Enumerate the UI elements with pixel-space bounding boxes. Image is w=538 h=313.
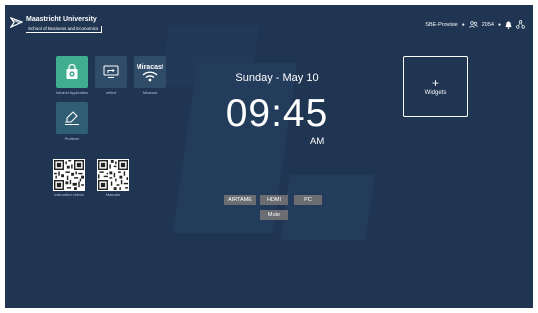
app-label: Proflexie [64,137,80,141]
pen-icon [65,111,79,125]
screen-share-icon [103,65,119,78]
qr-label: Manuals [105,193,121,197]
qr-code-icon [54,160,84,190]
svg-text:Miracast: Miracast [137,64,163,71]
watermark-shape [173,63,297,233]
university-emblem-icon [10,16,23,29]
qr-code-manuals[interactable] [97,159,129,191]
miracast-icon: Miracast [137,64,163,82]
screen: Maastricht University School of Business… [5,5,533,308]
watermark-shape [280,175,375,240]
qr-code-instruction-videos[interactable] [53,159,85,191]
separator-dot: ● [461,21,465,28]
qr-code-icon [98,160,128,190]
app-tile-reflect[interactable] [95,56,127,88]
plus-icon: + [431,75,439,90]
app-tile-miracast[interactable]: Miracast [134,56,166,88]
network-icon[interactable] [516,20,525,29]
qr-label: Instruction videos [54,193,84,197]
source-airtame-button[interactable]: AIRTAME [224,195,256,205]
app-tile-intranet[interactable] [56,56,88,88]
bell-icon[interactable] [505,21,512,29]
logo-title: Maastricht University [26,16,97,23]
widgets-label: Widgets [424,89,447,96]
source-hdmi-button[interactable]: HDMI [260,195,288,205]
app-label: Miracast [142,91,158,95]
separator-dot: ● [497,21,501,28]
ampm-indicator: AM [310,136,325,147]
room-name[interactable]: SBE-Provisie [425,22,457,28]
mute-button[interactable]: Mute [260,210,288,220]
university-logo: Maastricht University School of Business… [10,16,103,33]
source-pc-button[interactable]: PC [294,195,322,205]
date-display: Sunday - May 10 [235,72,319,84]
add-widgets-button[interactable]: + Widgets [403,56,468,117]
app-tile-proflexie[interactable] [56,102,88,134]
status-bar: SBE-Provisie ● 2054 ● [425,20,525,29]
people-icon [468,21,478,28]
time-display: 09:45 [225,92,329,135]
seat-count: 2054 [481,21,494,28]
bag-icon [66,63,78,79]
logo-subtitle: School of Business and Economics [26,26,103,33]
